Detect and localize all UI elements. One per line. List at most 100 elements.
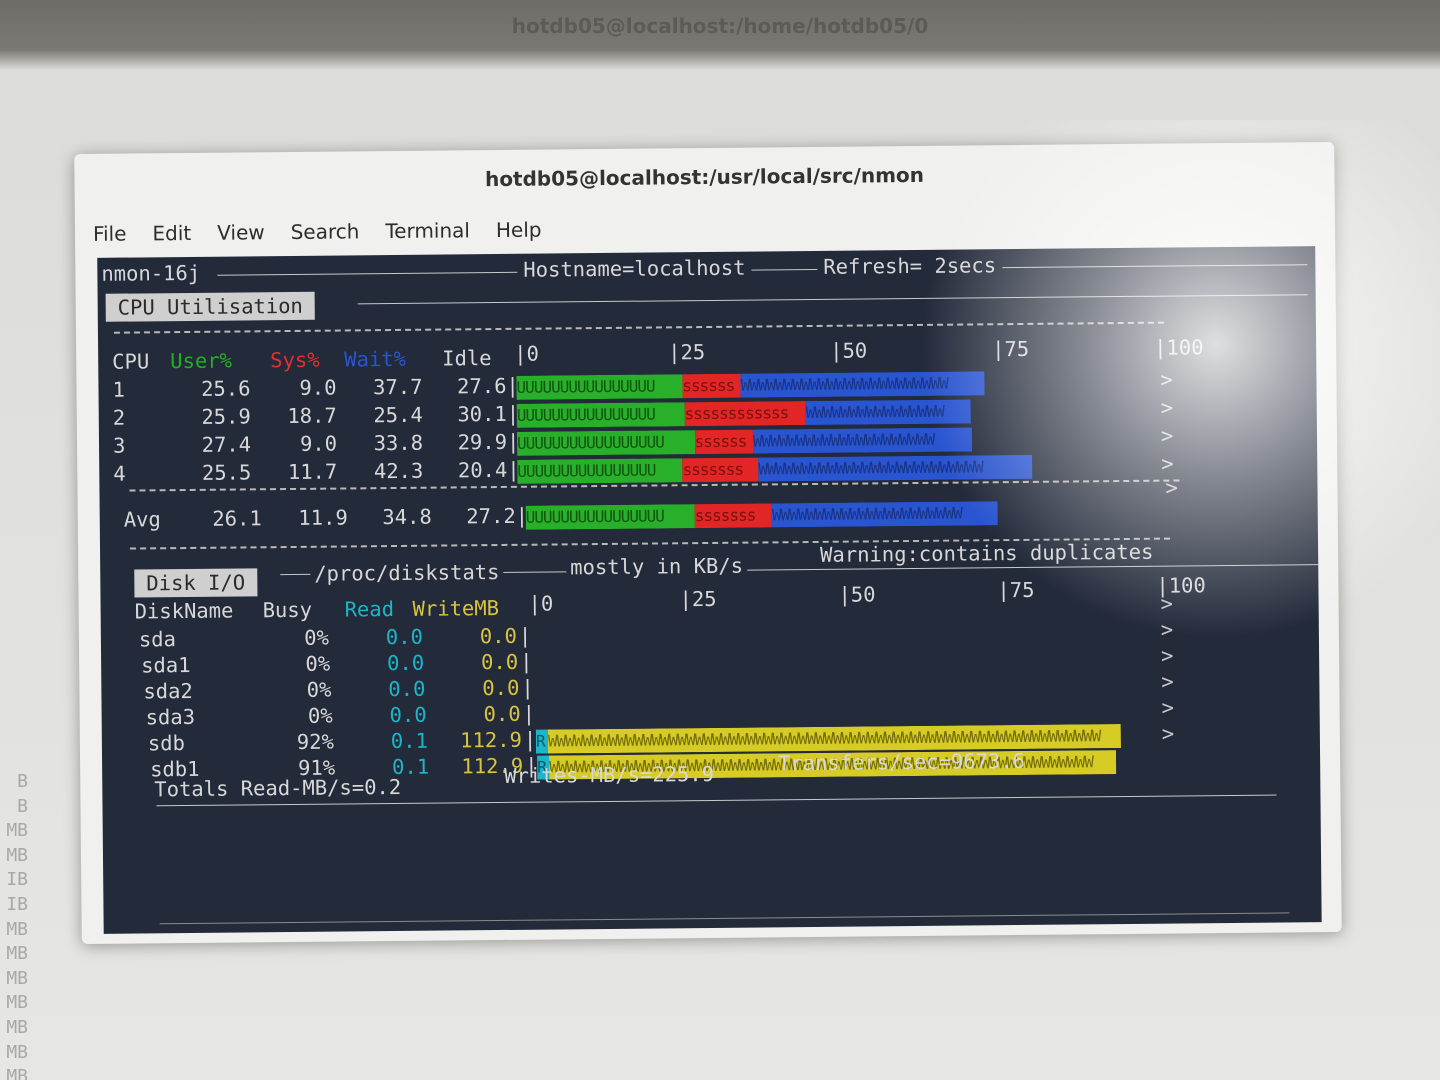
disk-row-sda-write: 0.0	[479, 623, 517, 649]
disk-row-sda2-divider: |	[521, 675, 534, 700]
disk-col-write-label: WriteMB	[412, 596, 500, 621]
totals-writes: Writes-MB/s=225.9	[504, 761, 715, 788]
disk-row-sda3-name: sda3	[145, 704, 196, 730]
disk-row-sda1-overflow-arrow: >	[1160, 617, 1174, 642]
cpu-avg-col-0: Avg	[123, 507, 161, 532]
cpu-row-3-col-1: 27.4	[201, 432, 252, 457]
disk-row-sdb-divider: |	[523, 727, 537, 752]
disk-row-sda2-write: 0.0	[482, 675, 520, 701]
menu-search[interactable]: Search	[291, 219, 360, 244]
cpu-row-4-col-4: 20.4	[457, 457, 508, 483]
cpu-col-cpu: CPU	[112, 349, 150, 374]
terminal-screen[interactable]: nmon-16j Hostname=localhost Refresh= 2se…	[97, 246, 1322, 934]
disk-row-sda1-write: 0.0	[480, 649, 519, 675]
cpu-avg-sys-segment: sssssss	[694, 503, 773, 529]
cpu-col-user: User%	[170, 348, 233, 374]
disk-col-read: Read	[344, 597, 395, 622]
cpu-row-4-wait-segment: WWWWWWWWWWWWWWWWWWWWWWWWWW	[758, 454, 1033, 482]
cpu-row-3-col-3: 33.8	[373, 430, 424, 456]
cpu-avg-col-2: 11.9	[298, 505, 348, 530]
background-side-text-6: MB	[6, 918, 28, 940]
terminal-window: hotdb05@localhost:/usr/local/src/nmon Fi…	[74, 141, 1342, 945]
disk-units: mostly in KB/s	[566, 553, 748, 580]
cpu-avg-wait-segment: WWWWWWWWWWWWWWWWWWWWWW	[771, 501, 998, 528]
cpu-avg-overflow-arrow: >	[1165, 475, 1178, 500]
cpu-row-2-user-segment: UUUUUUUUUUUUUUUU	[516, 402, 685, 428]
cpu-scale-75: |75	[992, 336, 1030, 362]
disk-col-busy: Busy	[262, 597, 313, 623]
cpu-avg-bar: UUUUUUUUUUUUUUUU sssssss WWWWWWWWWWWWWWWWW…	[525, 501, 998, 530]
disk-row-sda1-name: sda1	[141, 652, 191, 678]
cpu-row-3-user-segment: UUUUUUUUUUUUUUUUU	[516, 430, 695, 456]
cpu-row-1-wait-segment: WWWWWWWWWWWWWWWWWWWWWWWW	[740, 371, 986, 398]
disk-row-sda3-busy: 0%	[307, 703, 333, 728]
disk-section-title: Disk I/O	[134, 568, 258, 598]
cpu-row-2-col-2: 18.7	[287, 403, 337, 429]
cpu-row-1-col-2: 9.0	[299, 375, 337, 400]
disk-scale-25: |25	[679, 586, 717, 612]
cpu-avg-col-1: 26.1	[212, 506, 262, 531]
disk-row-sda2-overflow-arrow: >	[1160, 643, 1174, 668]
cpu-row-4-sys-segment: sssssss	[682, 457, 759, 483]
terminal-bottom-border	[159, 912, 1290, 925]
cpu-row-2-col-0: 2	[112, 405, 126, 430]
disk-source: /proc/diskstats	[310, 559, 504, 586]
background-side-text-10: MB	[6, 1016, 28, 1038]
disk-row-sda2-name: sda2	[143, 678, 193, 704]
cpu-dashed-top	[113, 321, 1164, 334]
menu-help[interactable]: Help	[496, 218, 542, 242]
hostname-label: Hostname=localhost	[517, 255, 752, 282]
cpu-col-idle: Idle	[442, 346, 492, 371]
cpu-row-1-col-0: 1	[112, 377, 125, 402]
cpu-avg-col-3: 34.8	[382, 504, 432, 530]
background-side-text-9: MB	[6, 992, 28, 1014]
cpu-scale-50: |50	[830, 338, 868, 363]
refresh-label: Refresh= 2secs	[817, 253, 1003, 279]
menu-edit[interactable]: Edit	[152, 221, 191, 245]
menu-terminal[interactable]: Terminal	[385, 218, 470, 243]
cpu-row-4-col-3: 42.3	[373, 458, 424, 484]
cpu-section-rule	[357, 294, 1308, 305]
cpu-row-3-col-2: 9.0	[299, 431, 338, 456]
cpu-row-1-bar: UUUUUUUUUUUUUUUU ssssss WWWWWWWWWWWWWWWWWW…	[516, 371, 986, 400]
background-window-text: B B MB MB IB IB MB MB MB MB MB MB MB	[0, 770, 40, 1080]
background-side-text-7: MB	[6, 943, 28, 965]
totals-transfers: Transfers/sec=9673.6	[778, 748, 1026, 776]
header-rule	[217, 264, 1308, 276]
disk-row-sda1-busy: 0%	[305, 651, 331, 676]
disk-row-sda2-busy: 0%	[306, 677, 332, 702]
cpu-row-1-overflow-arrow: >	[1160, 367, 1173, 392]
disk-row-sdb-write: 112.9	[460, 727, 522, 753]
disk-row-sda-overflow-arrow: >	[1160, 591, 1174, 616]
disk-col-name: DiskName	[134, 598, 234, 624]
disk-row-sda-divider: |	[518, 623, 532, 648]
disk-row-sda3-overflow-arrow: >	[1161, 669, 1174, 694]
cpu-row-1-col-4: 27.6	[456, 373, 507, 399]
disk-scale-50: |50	[838, 582, 876, 607]
disk-row-sdb1-overflow-arrow: >	[1161, 721, 1175, 746]
disk-row-sda-name: sda	[138, 627, 177, 652]
disk-scale-0: |0	[528, 591, 554, 616]
background-side-text-5: IB	[6, 893, 28, 915]
menu-file[interactable]: File	[93, 222, 127, 246]
disk-row-sda1-divider: |	[520, 649, 533, 674]
cpu-col-sys: Sys%	[270, 347, 320, 373]
disk-row-sda-read: 0.0	[385, 624, 424, 650]
cpu-row-2-overflow-arrow: >	[1160, 395, 1174, 420]
disk-row-sdb-busy: 92%	[296, 729, 335, 754]
cpu-scale-100: |100	[1154, 335, 1204, 360]
disk-row-sdb-overflow-arrow: >	[1161, 695, 1175, 720]
disk-warning: Warning:contains duplicates	[816, 539, 1158, 567]
cpu-avg-user-segment: UUUUUUUUUUUUUUUU	[525, 504, 695, 530]
cpu-scale-0: |0	[514, 341, 539, 366]
cpu-row-3-bar: UUUUUUUUUUUUUUUUU ssssss WWWWWWWWWWWWWWWWW…	[516, 427, 973, 456]
disk-row-sdb-bar: R WWWWWWWWWWWWWWWWWWWWWWWWWWWWWWWWWWWWWWW…	[535, 724, 1122, 754]
cpu-row-2-sys-segment: ssssssssssss	[684, 401, 806, 427]
cpu-row-2-bar: UUUUUUUUUUUUUUUU ssssssssssss WWWWWWWWWWWW…	[516, 399, 971, 428]
cpu-row-4-user-segment: UUUUUUUUUUUUUUUU	[517, 458, 683, 484]
cpu-row-1-col-1: 25.6	[201, 376, 251, 401]
menu-view[interactable]: View	[217, 220, 265, 244]
disk-row-sdb-name: sdb	[147, 731, 186, 756]
background-side-text-1: B	[17, 795, 28, 817]
nmon-version: nmon-16j	[101, 260, 205, 286]
